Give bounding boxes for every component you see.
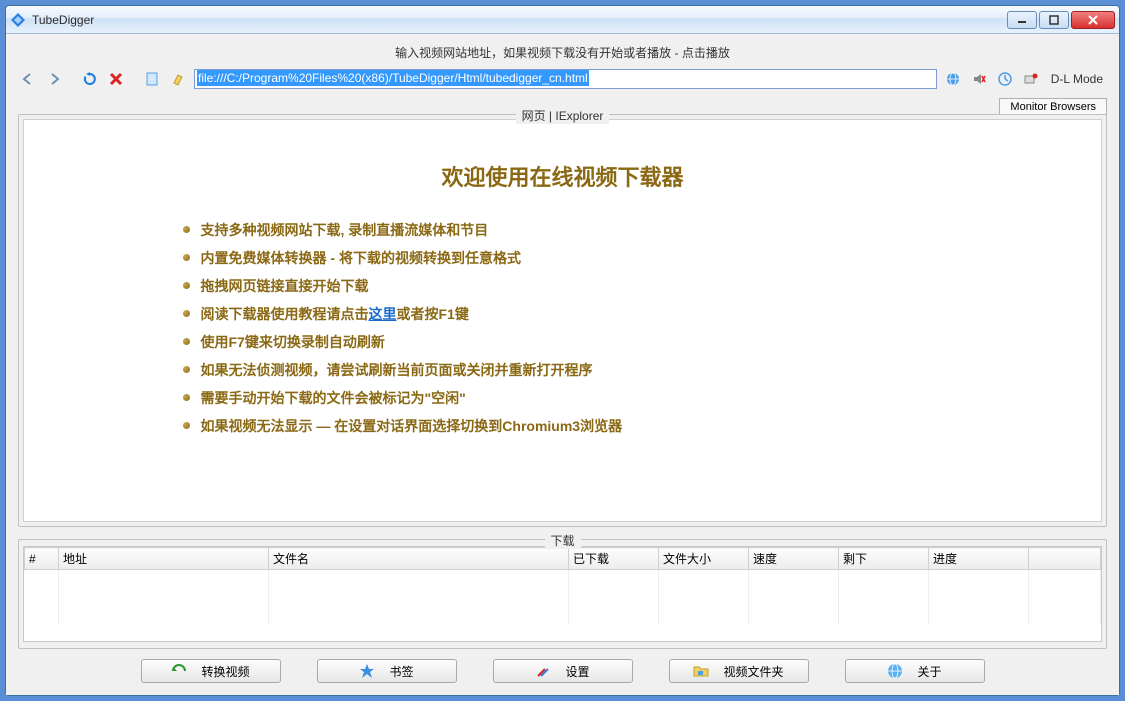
mute-icon[interactable] <box>969 69 989 89</box>
col-spacer <box>1029 548 1101 570</box>
refresh-button[interactable] <box>80 69 100 89</box>
col-url[interactable]: 地址 <box>59 548 269 570</box>
welcome-item: 支持多种视频网站下载, 录制直播流媒体和节目 <box>183 216 943 244</box>
download-table: # 地址 文件名 已下载 文件大小 速度 剩下 进度 <box>24 547 1101 624</box>
table-row <box>25 588 1101 606</box>
browser-fieldset-label: 网页 | IExplorer <box>516 107 610 124</box>
bottom-buttons: 转换视频 书签 设置 视频文件夹 关于 <box>18 649 1107 685</box>
settings-label: 设置 <box>565 663 589 680</box>
col-progress[interactable]: 进度 <box>929 548 1029 570</box>
minimize-button[interactable] <box>1007 11 1037 29</box>
window-controls <box>1007 11 1115 29</box>
welcome-item: 如果视频无法显示 — 在设置对话界面选择切换到Chromium3浏览器 <box>183 412 943 440</box>
clear-icon[interactable] <box>168 69 188 89</box>
toolbar: file:///C:/Program%20Files%20(x86)/TubeD… <box>18 67 1107 95</box>
welcome-page: 欢迎使用在线视频下载器 支持多种视频网站下载, 录制直播流媒体和节目 内置免费媒… <box>183 160 943 440</box>
page-icon[interactable] <box>142 69 162 89</box>
welcome-title: 欢迎使用在线视频下载器 <box>183 160 943 192</box>
convert-icon <box>171 663 187 679</box>
download-fieldset-label: 下载 <box>544 532 580 549</box>
browser-content[interactable]: 欢迎使用在线视频下载器 支持多种视频网站下载, 录制直播流媒体和节目 内置免费媒… <box>23 119 1102 522</box>
download-fieldset: 下载 # 地址 文件名 已下载 文件大小 <box>18 539 1107 649</box>
forward-button[interactable] <box>44 69 64 89</box>
app-icon <box>10 12 26 28</box>
monitor-browsers-tab[interactable]: Monitor Browsers <box>999 98 1107 115</box>
maximize-button[interactable] <box>1039 11 1069 29</box>
col-num[interactable]: # <box>25 548 59 570</box>
tools-icon <box>535 663 551 679</box>
welcome-item: 使用F7键来切换录制自动刷新 <box>183 328 943 356</box>
about-label: 关于 <box>917 663 941 680</box>
client-area: 输入视频网站地址，如果视频下载没有开始或者播放 - 点击播放 file:///C… <box>6 34 1119 695</box>
url-input[interactable]: file:///C:/Program%20Files%20(x86)/TubeD… <box>194 69 937 89</box>
table-header-row: # 地址 文件名 已下载 文件大小 速度 剩下 进度 <box>25 548 1101 570</box>
welcome-item: 拖拽网页链接直接开始下载 <box>183 272 943 300</box>
convert-button[interactable]: 转换视频 <box>141 659 281 683</box>
star-icon <box>359 663 375 679</box>
col-filename[interactable]: 文件名 <box>269 548 569 570</box>
titlebar[interactable]: TubeDigger <box>6 6 1119 34</box>
col-filesize[interactable]: 文件大小 <box>659 548 749 570</box>
col-downloaded[interactable]: 已下载 <box>569 548 659 570</box>
bookmark-label: 书签 <box>389 663 413 680</box>
col-speed[interactable]: 速度 <box>749 548 839 570</box>
table-row <box>25 606 1101 624</box>
folder-icon <box>693 663 709 679</box>
clock-icon[interactable] <box>995 69 1015 89</box>
welcome-item: 内置免费媒体转换器 - 将下载的视频转换到任意格式 <box>183 244 943 272</box>
folder-button[interactable]: 视频文件夹 <box>669 659 809 683</box>
window-title: TubeDigger <box>32 13 1007 27</box>
welcome-item: 阅读下载器使用教程请点击这里或者按F1键 <box>183 300 943 328</box>
about-button[interactable]: 关于 <box>845 659 985 683</box>
browser-fieldset: 网页 | IExplorer 欢迎使用在线视频下载器 支持多种视频网站下载, 录… <box>18 114 1107 527</box>
col-remaining[interactable]: 剩下 <box>839 548 929 570</box>
table-row <box>25 570 1101 588</box>
hint-text: 输入视频网站地址，如果视频下载没有开始或者播放 - 点击播放 <box>18 42 1107 67</box>
convert-label: 转换视频 <box>201 663 249 680</box>
main-window: TubeDigger 输入视频网站地址，如果视频下载没有开始或者播放 - 点击播… <box>5 5 1120 696</box>
stop-button[interactable] <box>106 69 126 89</box>
folder-label: 视频文件夹 <box>723 663 783 680</box>
download-table-wrap[interactable]: # 地址 文件名 已下载 文件大小 速度 剩下 进度 <box>23 546 1102 642</box>
globe-icon[interactable] <box>943 69 963 89</box>
close-button[interactable] <box>1071 11 1115 29</box>
about-icon <box>887 663 903 679</box>
bookmark-button[interactable]: 书签 <box>317 659 457 683</box>
url-text: file:///C:/Program%20Files%20(x86)/TubeD… <box>197 70 589 86</box>
welcome-item: 需要手动开始下载的文件会被标记为"空闲" <box>183 384 943 412</box>
back-button[interactable] <box>18 69 38 89</box>
record-icon[interactable] <box>1021 69 1041 89</box>
tutorial-link[interactable]: 这里 <box>369 306 397 322</box>
settings-button[interactable]: 设置 <box>493 659 633 683</box>
welcome-list: 支持多种视频网站下载, 录制直播流媒体和节目 内置免费媒体转换器 - 将下载的视… <box>183 216 943 440</box>
welcome-item: 如果无法侦测视频，请尝试刷新当前页面或关闭并重新打开程序 <box>183 356 943 384</box>
mode-label[interactable]: D-L Mode <box>1047 72 1107 86</box>
